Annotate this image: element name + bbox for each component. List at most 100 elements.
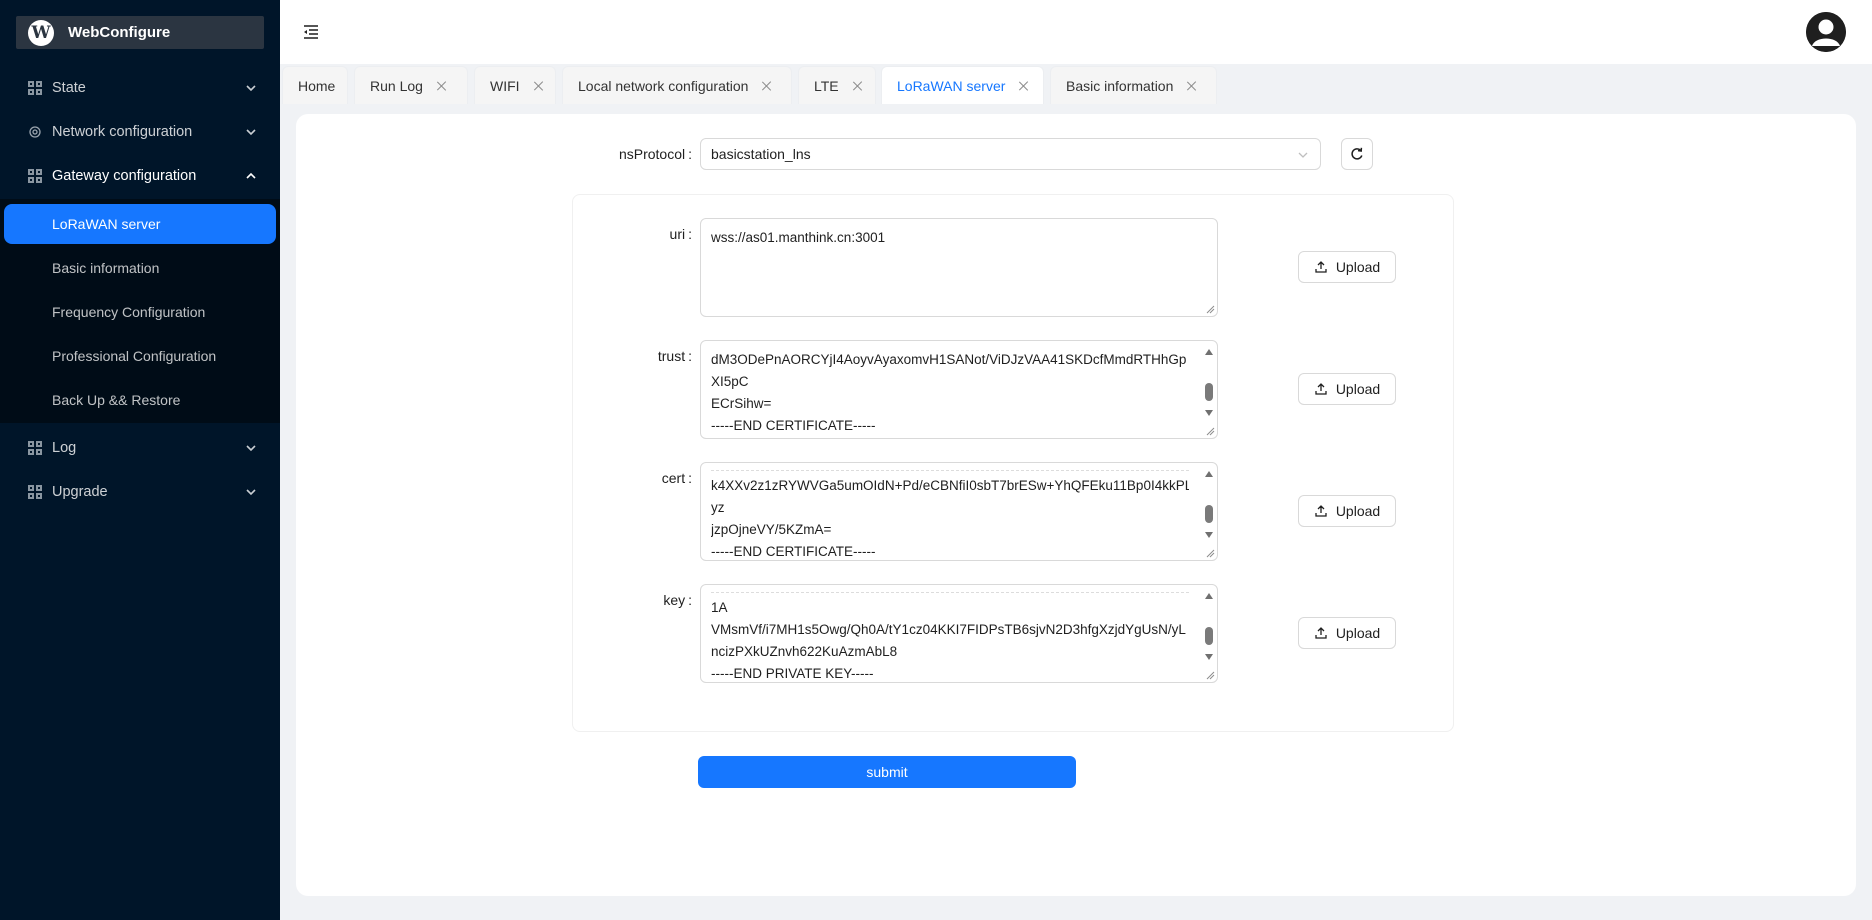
textarea-scrollbar[interactable] [1203, 343, 1215, 422]
chevron-down-icon [246, 85, 256, 92]
cert-upload-button[interactable]: Upload [1298, 495, 1396, 527]
upload-icon [1315, 505, 1327, 517]
app-title: WebConfigure [68, 24, 171, 41]
tab-local-network-configuration[interactable]: Local network configuration [562, 66, 792, 104]
sidebar-item-gateway-configuration[interactable]: Gateway configuration [0, 156, 280, 196]
close-icon[interactable] [1019, 81, 1029, 91]
resize-handle-icon[interactable] [1205, 670, 1215, 680]
refresh-icon [1351, 147, 1363, 160]
sidebar-item-state[interactable]: State [0, 68, 280, 108]
tab-label: Local network configuration [578, 77, 749, 94]
logo[interactable]: W WebConfigure [16, 16, 264, 49]
key-label: key: [663, 592, 692, 608]
textarea-line: ECrSihw= [711, 396, 772, 411]
menu-fold-icon[interactable] [302, 24, 320, 40]
close-icon[interactable] [853, 81, 863, 91]
upload-icon [1315, 627, 1327, 639]
scroll-thumb[interactable] [1205, 627, 1213, 645]
grid-icon [28, 81, 42, 95]
sidebar-item-label: Gateway configuration [52, 168, 197, 184]
tab-label: WIFI [490, 77, 520, 94]
chevron-up-icon [246, 172, 256, 179]
resize-handle-icon[interactable] [1205, 426, 1215, 436]
clipped-text-line [711, 587, 1189, 593]
header [280, 0, 1872, 64]
scroll-down-arrow-icon[interactable] [1205, 532, 1213, 538]
trust-upload-button[interactable]: Upload [1298, 373, 1396, 405]
tab-run-log[interactable]: Run Log [354, 66, 468, 104]
sidebar-item-label: Log [52, 440, 77, 456]
scroll-thumb[interactable] [1205, 505, 1213, 523]
scroll-down-arrow-icon[interactable] [1205, 410, 1213, 416]
textarea-line: VMsmVf/i7MH1s5Owg/Qh0A/tY1cz04KKI7FIDPsT… [711, 622, 1186, 637]
textarea-line: dM3ODePnAORCYjI4AoyvAyaxomvH1SANot/ViDJz… [711, 352, 1187, 367]
sidebar-item-frequency-configuration[interactable]: Frequency Configuration [0, 292, 280, 332]
resize-handle-icon[interactable] [1205, 304, 1215, 314]
textarea-line: 1A [711, 600, 728, 615]
trust-label: trust: [657, 348, 692, 364]
textarea-line: ncizPXkUZnvh622KuAzmAbL8 [711, 644, 898, 659]
sidebar-item-network-configuration[interactable]: Network configuration [0, 112, 280, 152]
scroll-up-arrow-icon[interactable] [1205, 471, 1213, 477]
close-icon[interactable] [1187, 81, 1197, 91]
close-icon[interactable] [437, 81, 447, 91]
scroll-up-arrow-icon[interactable] [1205, 349, 1213, 355]
tab-label: Home [298, 77, 336, 94]
key-textarea[interactable]: 1A VMsmVf/i7MH1s5Owg/Qh0A/tY1cz04KKI7FID… [700, 584, 1218, 683]
close-icon[interactable] [534, 81, 544, 91]
user-icon [1806, 12, 1846, 52]
tab-lte[interactable]: LTE [798, 66, 876, 104]
sidebar-item-log[interactable]: Log [0, 428, 280, 468]
textarea-line: XI5pC [711, 374, 749, 389]
tab-label: Run Log [370, 77, 423, 94]
chevron-down-icon [1298, 152, 1308, 158]
grid-icon [28, 485, 42, 499]
sidebar: W WebConfigure State Network configurati… [0, 0, 280, 920]
scroll-up-arrow-icon[interactable] [1205, 593, 1213, 599]
textarea-line: wss://as01.manthink.cn:3001 [711, 230, 886, 245]
refresh-button[interactable] [1341, 138, 1373, 170]
wordpress-logo-icon: W [28, 19, 54, 46]
sidebar-item-backup-restore[interactable]: Back Up && Restore [0, 380, 280, 420]
uri-textarea[interactable]: wss://as01.manthink.cn:3001 [700, 218, 1218, 317]
ns-protocol-value: basicstation_lns [711, 146, 811, 162]
tab-home[interactable]: Home [282, 66, 348, 104]
tab-basic-information[interactable]: Basic information [1050, 66, 1217, 104]
submit-button[interactable]: submit [698, 756, 1076, 788]
close-icon[interactable] [762, 81, 772, 91]
scroll-thumb[interactable] [1205, 383, 1213, 401]
user-avatar[interactable] [1806, 12, 1846, 52]
resize-handle-icon[interactable] [1205, 548, 1215, 558]
uri-upload-button[interactable]: Upload [1298, 251, 1396, 283]
textarea-line: -----END CERTIFICATE----- [711, 418, 876, 433]
sidebar-item-label: State [52, 80, 86, 96]
textarea-line: yz [711, 500, 725, 515]
sidebar-item-upgrade[interactable]: Upgrade [0, 472, 280, 512]
tab-label: LTE [814, 77, 839, 94]
sidebar-item-basic-information[interactable]: Basic information [0, 248, 280, 288]
cert-textarea[interactable]: k4XXv2z1zRYWVGa5umOIdN+Pd/eCBNfiI0sbT7br… [700, 462, 1218, 561]
ns-protocol-select[interactable]: basicstation_lns [700, 138, 1321, 170]
sidebar-item-label: Network configuration [52, 124, 193, 140]
textarea-line: k4XXv2z1zRYWVGa5umOIdN+Pd/eCBNfiI0sbT7br… [711, 478, 1189, 493]
ns-protocol-label: nsProtocol: [618, 146, 692, 162]
textarea-scrollbar[interactable] [1203, 587, 1215, 666]
sidebar-item-lorawan-server[interactable]: LoRaWAN server [4, 204, 276, 244]
scroll-down-arrow-icon[interactable] [1205, 654, 1213, 660]
cert-label: cert: [661, 470, 692, 486]
tab-lorawan-server[interactable]: LoRaWAN server [881, 66, 1044, 104]
chevron-down-icon [246, 129, 256, 136]
tab-label: Basic information [1066, 77, 1174, 94]
key-upload-button[interactable]: Upload [1298, 617, 1396, 649]
grid-icon [28, 441, 42, 455]
sidebar-item-label: Upgrade [52, 484, 108, 500]
textarea-line: jzpOjneVY/5KZmA= [711, 522, 832, 537]
trust-textarea[interactable]: dM3ODePnAORCYjI4AoyvAyaxomvH1SANot/ViDJz… [700, 340, 1218, 439]
tab-label: LoRaWAN server [897, 77, 1006, 94]
grid-icon [28, 169, 42, 183]
chevron-down-icon [246, 445, 256, 452]
tab-wifi[interactable]: WIFI [474, 66, 556, 104]
textarea-line: -----END PRIVATE KEY----- [711, 666, 874, 681]
sidebar-item-professional-configuration[interactable]: Professional Configuration [0, 336, 280, 376]
textarea-scrollbar[interactable] [1203, 465, 1215, 544]
